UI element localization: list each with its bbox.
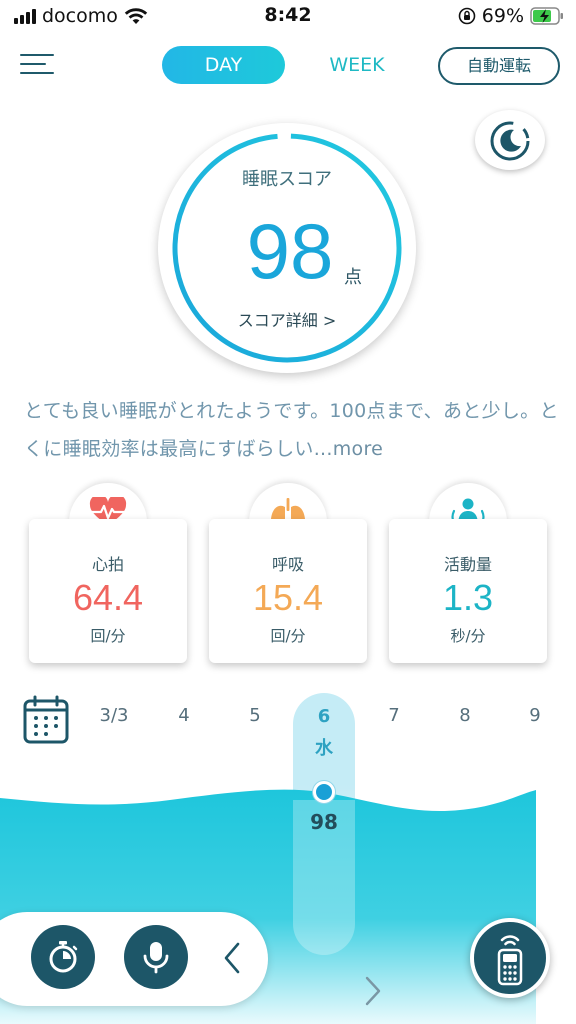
status-bar: docomo 8:42 69%	[0, 0, 576, 34]
stopwatch-icon	[49, 941, 78, 973]
menu-line	[20, 72, 54, 74]
metric-unit: 回/分	[270, 627, 306, 645]
next-chevron-right-icon[interactable]	[362, 974, 384, 1008]
score-label: 睡眠スコア	[242, 169, 332, 190]
date-item[interactable]: 5	[225, 705, 285, 726]
calendar-icon[interactable]	[22, 695, 70, 745]
metric-label: 呼吸	[271, 555, 304, 574]
sleep-summary[interactable]: とても良い睡眠がとれたようです。100点まで、あと少し。とくに睡眠効率は最高にす…	[24, 392, 559, 468]
remote-control-button[interactable]	[470, 918, 550, 998]
date-item[interactable]: 7	[364, 705, 424, 726]
score-point	[313, 781, 335, 803]
battery-charging-icon	[530, 7, 563, 25]
moon-cycle-icon	[490, 121, 530, 161]
date-item[interactable]: 9	[505, 705, 565, 726]
date-item[interactable]: 4	[154, 705, 214, 726]
tab-week[interactable]: WEEK	[312, 46, 402, 84]
sleep-app-screen: docomo 8:42 69% DAY WEEK 自動運転 睡眠スコア 98 点…	[0, 0, 576, 1024]
summary-text: とても良い睡眠がとれたようです。100点まで、あと少し。とくに睡眠効率は最高にす…	[24, 400, 559, 460]
score-detail-link[interactable]: スコア詳細 >	[158, 307, 416, 331]
date-item[interactable]: 3/3	[84, 705, 144, 726]
metric-value: 15.4	[252, 577, 324, 618]
more-link[interactable]: ...more	[314, 438, 383, 460]
date-item[interactable]: 8	[435, 705, 495, 726]
menu-line	[20, 63, 46, 65]
metric-unit: 回/分	[90, 627, 126, 645]
battery-percent: 69%	[481, 5, 524, 27]
sleep-mode-button[interactable]	[475, 110, 545, 170]
period-segmented-control: DAY WEEK	[162, 46, 402, 84]
selected-weekday: 水	[315, 738, 333, 759]
activity-card[interactable]: 活動量 1.3 秒/分	[389, 519, 547, 663]
remote-control-icon	[497, 935, 523, 986]
score-unit: 点	[344, 267, 362, 288]
microphone-icon	[143, 942, 169, 974]
timer-button[interactable]	[31, 925, 95, 989]
tab-day[interactable]: DAY	[162, 46, 285, 84]
metric-label: 活動量	[443, 555, 492, 574]
selected-score-label: 98	[310, 810, 338, 834]
auto-mode-button[interactable]: 自動運転	[438, 47, 560, 85]
metric-value: 64.4	[72, 577, 144, 618]
status-right: 69%	[458, 5, 564, 27]
collapse-chevron-left-icon[interactable]	[222, 940, 244, 976]
selected-date[interactable]: 6	[293, 706, 355, 727]
menu-button[interactable]	[20, 50, 56, 80]
respiration-card[interactable]: 呼吸 15.4 回/分	[209, 519, 367, 663]
metric-value: 1.3	[442, 577, 494, 618]
metric-unit: 秒/分	[450, 627, 486, 645]
score-value: 98	[246, 207, 334, 295]
voice-button[interactable]	[124, 925, 188, 989]
menu-line	[20, 54, 54, 56]
sleep-score-card[interactable]: 睡眠スコア 98 点 スコア詳細 >	[158, 123, 416, 373]
heart-rate-card[interactable]: 心拍 64.4 回/分	[29, 519, 187, 663]
orientation-lock-icon	[458, 7, 476, 25]
metric-label: 心拍	[91, 555, 124, 574]
